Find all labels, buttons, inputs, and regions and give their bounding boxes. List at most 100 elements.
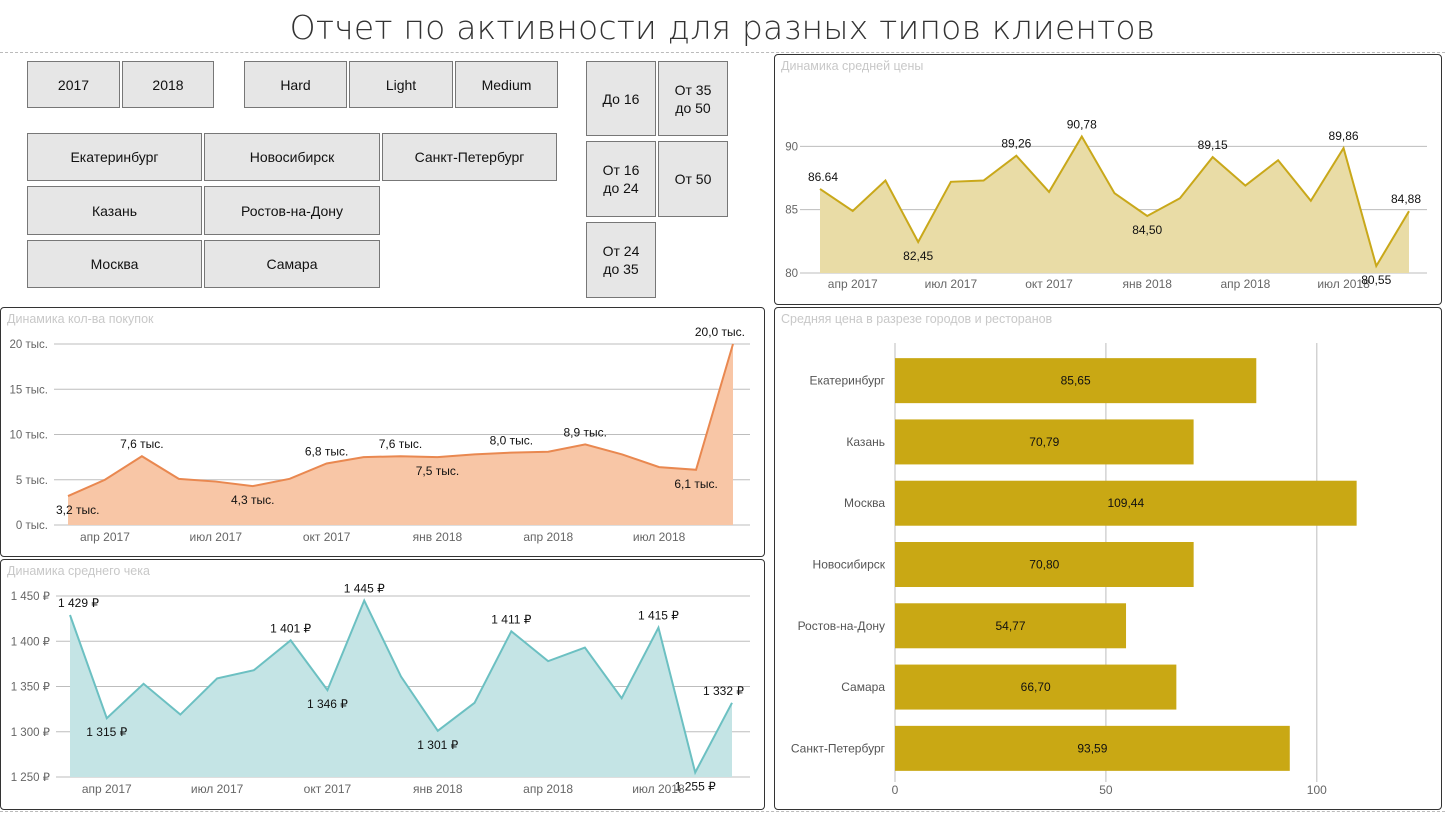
- page-title: Отчет по активности для разных типов кли…: [289, 8, 1156, 47]
- data-label: 1 255 ₽: [675, 779, 716, 793]
- x-tick-label: апр 2018: [1220, 277, 1270, 291]
- x-tick-label: окт 2017: [1025, 277, 1073, 291]
- data-label: 1 411 ₽: [491, 612, 531, 626]
- data-label: 82,45: [903, 249, 933, 263]
- category-label: Казань: [846, 435, 885, 449]
- avg-check-chart: 1 250 ₽ 1 300 ₽ 1 350 ₽ 1 400 ₽ 1 450 ₽ апр 2…: [11, 582, 750, 796]
- filter-city-ekaterinburg[interactable]: Екатеринбург: [27, 133, 202, 181]
- area-fill: [70, 600, 732, 777]
- y-tick-label: 85: [785, 205, 798, 217]
- top-divider: [0, 52, 1445, 53]
- data-label: 1 401 ₽: [270, 621, 311, 635]
- x-tick-label: 100: [1307, 783, 1327, 797]
- x-tick-label: апр 2018: [523, 782, 573, 796]
- filter-age-50plus[interactable]: От 50: [658, 141, 728, 217]
- filter-city-spb[interactable]: Санкт-Петербург: [382, 133, 557, 181]
- data-label: 7,6 тыс.: [379, 437, 422, 451]
- data-label: 1 445 ₽: [344, 582, 385, 596]
- filter-segment-medium[interactable]: Medium: [455, 61, 558, 108]
- y-tick-label: 1 300 ₽: [11, 727, 51, 739]
- x-tick-label: апр 2017: [82, 782, 132, 796]
- category-label: Новосибирск: [813, 558, 886, 572]
- x-tick-label: окт 2017: [304, 782, 352, 796]
- bar-value-label: 70,79: [1029, 435, 1059, 449]
- data-label: 1 429 ₽: [58, 596, 99, 610]
- bar-value-label: 54,77: [995, 619, 1025, 633]
- filter-segment-hard[interactable]: Hard: [244, 61, 347, 108]
- y-tick-label: 10 тыс.: [10, 430, 48, 442]
- data-label: 89,15: [1198, 138, 1228, 152]
- avg-check-panel: Динамика среднего чека 1 250 ₽1 300 ₽1 3…: [0, 559, 765, 810]
- data-label: 8,0 тыс.: [490, 434, 533, 448]
- x-tick-label: янв 2018: [413, 530, 463, 544]
- filter-age-16-24[interactable]: От 16 до 24: [586, 141, 656, 217]
- data-label: 3,2 тыс.: [56, 503, 99, 517]
- data-label: 6,1 тыс.: [674, 477, 717, 491]
- category-label: Москва: [844, 496, 885, 510]
- x-tick-label: окт 2017: [303, 530, 351, 544]
- filter-age-under16[interactable]: До 16: [586, 61, 656, 136]
- data-label: 7,5 тыс.: [416, 464, 459, 478]
- y-tick-label: 90: [785, 141, 798, 153]
- data-label: 1 315 ₽: [86, 725, 127, 739]
- filter-year-2018[interactable]: 2018: [122, 61, 214, 108]
- filter-city-novosibirsk[interactable]: Новосибирск: [204, 133, 380, 181]
- filter-city-kazan[interactable]: Казань: [27, 186, 202, 235]
- avg-price-chart: 80 85 90 апр 2017 июл 2017 окт 2017 янв 2018 ап…: [785, 117, 1427, 291]
- x-tick-label: янв 2018: [413, 782, 463, 796]
- filter-age-24-35[interactable]: От 24 до 35: [586, 222, 656, 298]
- y-tick-label: 1 250 ₽: [11, 772, 51, 784]
- x-tick-label: апр 2018: [523, 530, 573, 544]
- x-tick-label: янв 2018: [1122, 277, 1172, 291]
- filter-segment-light[interactable]: Light: [349, 61, 453, 108]
- data-label: 7,6 тыс.: [120, 437, 163, 451]
- data-label: 6,8 тыс.: [305, 444, 348, 458]
- data-label: 1 415 ₽: [638, 609, 679, 623]
- y-tick-label: 15 тыс.: [10, 384, 48, 396]
- bar-value-label: 109,44: [1107, 496, 1144, 510]
- y-tick-label: 20 тыс.: [10, 339, 48, 351]
- data-label: 1 332 ₽: [703, 684, 744, 698]
- filter-city-moscow[interactable]: Москва: [27, 240, 202, 288]
- y-tick-label: 1 400 ₽: [11, 636, 51, 648]
- filter-age-35-50[interactable]: От 35 до 50: [658, 61, 728, 136]
- data-label: 84,50: [1132, 223, 1162, 237]
- y-tick-label: 1 450 ₽: [11, 591, 51, 603]
- data-label: 86.64: [808, 170, 838, 184]
- x-tick-label: июл 2017: [191, 782, 244, 796]
- x-tick-label: 50: [1099, 783, 1113, 797]
- data-label: 4,3 тыс.: [231, 493, 274, 507]
- filter-city-samara[interactable]: Самара: [204, 240, 380, 288]
- filter-city-rostov[interactable]: Ростов-на-Дону: [204, 186, 380, 235]
- city-price-panel: Средняя цена в разрезе городов и рестора…: [774, 307, 1442, 810]
- x-tick-label: апр 2017: [828, 277, 878, 291]
- data-label: 89,86: [1329, 129, 1359, 143]
- bar-value-label: 66,70: [1021, 680, 1051, 694]
- filter-year-2017[interactable]: 2017: [27, 61, 120, 108]
- y-tick-label: 0 тыс.: [16, 520, 48, 532]
- data-label: 80,55: [1361, 273, 1391, 287]
- bar-value-label: 70,80: [1029, 558, 1059, 572]
- x-tick-label: 0: [892, 783, 899, 797]
- x-tick-label: апр 2017: [80, 530, 130, 544]
- category-label: Ростов-на-Дону: [798, 619, 885, 633]
- category-label: Самара: [841, 680, 885, 694]
- x-tick-label: июл 2017: [190, 530, 243, 544]
- avg-price-panel: Динамика средней цены 80 85 90 апр 2017 июл …: [774, 54, 1442, 305]
- y-tick-label: 80: [785, 268, 798, 280]
- data-label: 1 301 ₽: [417, 738, 458, 752]
- purchases-panel: Динамика кол-ва покупок 0 тыс. 5 тыс. 10 т…: [0, 307, 765, 557]
- purchases-chart: 0 тыс. 5 тыс. 10 тыс. 15 тыс. 20 тыс. апр 201…: [10, 325, 750, 544]
- data-label: 84,88: [1391, 192, 1421, 206]
- bottom-divider: [0, 811, 1445, 812]
- data-label: 1 346 ₽: [307, 697, 348, 711]
- data-label: 20,0 тыс.: [695, 325, 745, 339]
- y-tick-label: 5 тыс.: [16, 475, 48, 487]
- x-tick-label: июл 2018: [633, 530, 686, 544]
- bar-value-label: 85,65: [1061, 374, 1091, 388]
- y-tick-label: 1 350 ₽: [11, 682, 51, 694]
- data-label: 8,9 тыс.: [563, 425, 606, 439]
- category-label: Санкт-Петербург: [791, 741, 886, 755]
- x-tick-label: июл 2017: [925, 277, 978, 291]
- data-label: 90,78: [1067, 117, 1097, 131]
